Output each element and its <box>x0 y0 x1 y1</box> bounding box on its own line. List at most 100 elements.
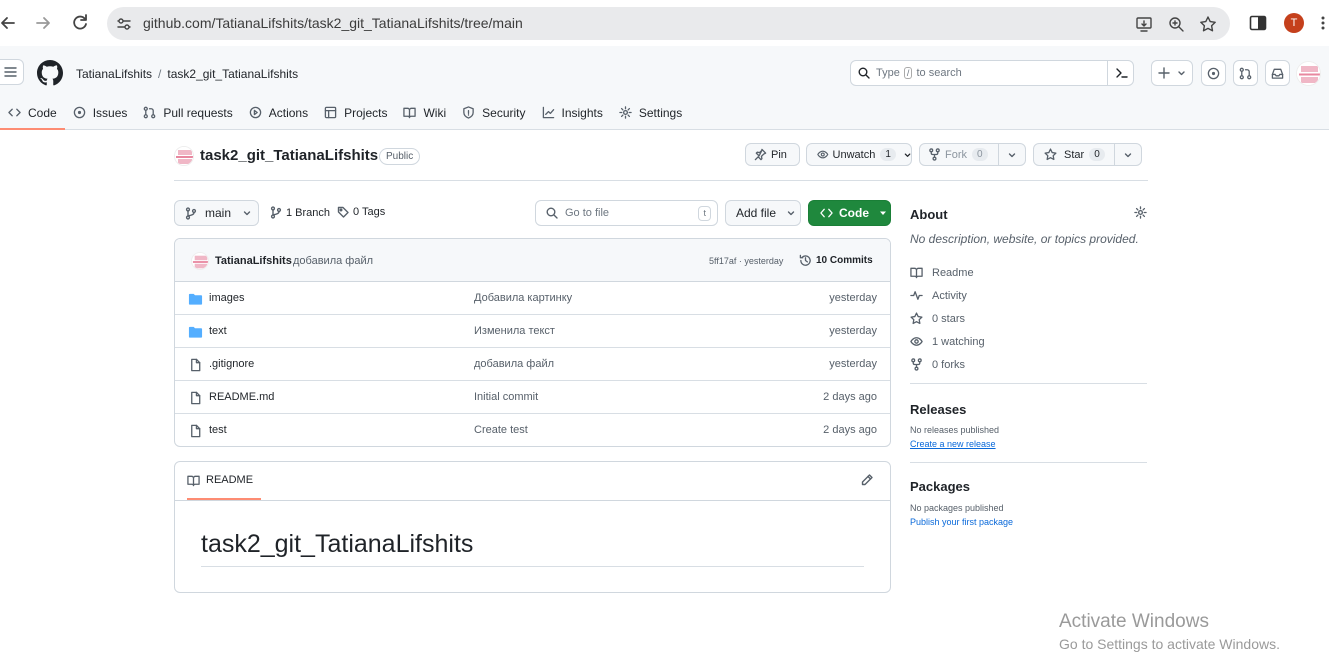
table-icon <box>324 106 337 119</box>
code-button[interactable]: Code <box>808 200 891 226</box>
commits-link[interactable]: 10 Commits <box>799 254 873 267</box>
file-name[interactable]: README.md <box>209 391 274 403</box>
issue-icon <box>1207 67 1220 80</box>
create-new-button[interactable] <box>1151 60 1193 86</box>
readme-panel: README task2_git_TatianaLifshits <box>174 461 891 593</box>
file-commit-message[interactable]: Изменила текст <box>474 325 555 337</box>
forward-icon[interactable] <box>33 12 55 34</box>
issues-button[interactable] <box>1201 60 1226 86</box>
star-dropdown[interactable] <box>1114 143 1142 166</box>
add-file-button[interactable]: Add file <box>725 200 801 226</box>
packages-title[interactable]: Packages <box>910 479 1147 494</box>
file-name[interactable]: text <box>209 325 227 337</box>
tab-issues[interactable]: Issues <box>65 97 136 128</box>
command-palette-button[interactable] <box>1107 61 1133 85</box>
user-avatar[interactable] <box>1296 61 1321 86</box>
tab-insights[interactable]: Insights <box>534 97 611 128</box>
breadcrumb-separator: / <box>158 67 162 81</box>
profile-avatar[interactable]: T <box>1284 13 1304 33</box>
tab-security[interactable]: Security <box>454 97 533 128</box>
reload-icon[interactable] <box>69 12 91 34</box>
hamburger-menu-button[interactable] <box>0 59 24 85</box>
back-icon[interactable] <box>0 12 22 34</box>
tab-projects[interactable]: Projects <box>316 97 395 128</box>
gear-icon <box>619 106 632 119</box>
menu-icon <box>4 67 17 77</box>
bookmark-star-icon[interactable] <box>1199 15 1217 33</box>
history-icon <box>799 254 811 266</box>
stars-link[interactable]: 0 stars <box>910 307 1147 330</box>
commit-author[interactable]: TatianaLifshits <box>215 255 292 267</box>
book-icon <box>403 107 417 119</box>
readme-link[interactable]: Readme <box>910 261 1147 284</box>
gear-icon[interactable] <box>1134 206 1147 219</box>
install-app-icon[interactable] <box>1135 15 1153 33</box>
file-commit-message[interactable]: Добавила картинку <box>474 292 572 304</box>
activity-link[interactable]: Activity <box>910 284 1147 307</box>
fork-button[interactable]: Fork 0 <box>919 143 1000 166</box>
file-name[interactable]: images <box>209 292 244 304</box>
file-commit-message[interactable]: Create test <box>474 424 528 436</box>
search-icon <box>546 207 558 219</box>
commit-author-avatar[interactable] <box>191 252 209 270</box>
go-to-file-input[interactable]: Go to file t <box>535 200 718 226</box>
branches-link[interactable]: 1 Branch <box>270 206 330 219</box>
tab-actions[interactable]: Actions <box>241 97 316 128</box>
side-panel-icon[interactable] <box>1248 13 1270 35</box>
tab-code[interactable]: Code <box>0 97 65 130</box>
search-input[interactable]: Type / to search <box>850 60 1134 86</box>
fork-dropdown[interactable] <box>998 143 1026 166</box>
file-commit-message[interactable]: Initial commit <box>474 391 538 403</box>
releases-title[interactable]: Releases <box>910 402 1147 417</box>
pull-request-icon <box>144 106 156 119</box>
github-header: TatianaLifshits / task2_git_TatianaLifshit… <box>0 46 1329 130</box>
graph-icon <box>542 106 554 119</box>
commit-message[interactable]: добавила файл <box>293 255 373 267</box>
packages-empty-text: No packages published <box>910 503 1004 513</box>
file-row[interactable]: text Изменила текст yesterday <box>175 315 890 348</box>
forks-link[interactable]: 0 forks <box>910 353 1147 376</box>
watch-button[interactable]: Unwatch 1 <box>806 143 912 166</box>
create-release-link[interactable]: Create a new release <box>910 439 1147 449</box>
breadcrumb: TatianaLifshits / task2_git_TatianaLifshit… <box>76 67 298 81</box>
tab-wiki[interactable]: Wiki <box>395 97 454 128</box>
edit-pencil-icon[interactable] <box>860 473 874 487</box>
tab-pull-requests[interactable]: Pull requests <box>135 97 240 128</box>
inbox-button[interactable] <box>1265 60 1290 86</box>
watching-link[interactable]: 1 watching <box>910 330 1147 353</box>
tab-label: Issues <box>92 105 128 120</box>
tags-link[interactable]: 0 Tags <box>337 206 385 218</box>
publish-package-link[interactable]: Publish your first package <box>910 517 1147 527</box>
chevron-down-icon <box>1124 153 1132 158</box>
site-info-icon[interactable] <box>115 15 133 33</box>
repo-link[interactable]: task2_git_TatianaLifshits <box>167 67 298 81</box>
commit-hash[interactable]: 5ff17af · yesterday <box>709 256 783 266</box>
branch-name: main <box>205 206 232 220</box>
github-logo-icon[interactable] <box>37 60 63 86</box>
fork-icon <box>911 358 922 371</box>
owner-link[interactable]: TatianaLifshits <box>76 67 152 81</box>
tab-settings[interactable]: Settings <box>611 97 690 128</box>
pin-button[interactable]: Pin <box>745 143 800 166</box>
browser-menu-icon[interactable] <box>1318 13 1328 35</box>
file-row[interactable]: images Добавила картинку yesterday <box>175 282 890 315</box>
file-row[interactable]: .gitignore добавила файл yesterday <box>175 348 890 381</box>
tab-label: Settings <box>638 105 683 120</box>
zoom-icon[interactable] <box>1167 15 1185 33</box>
file-date: yesterday <box>829 358 877 370</box>
caret-down-icon <box>880 211 886 215</box>
file-name[interactable]: test <box>209 424 227 436</box>
star-button[interactable]: Star 0 <box>1033 143 1117 166</box>
file-row[interactable]: README.md Initial commit 2 days ago <box>175 381 890 414</box>
file-date: yesterday <box>829 292 877 304</box>
readme-tab[interactable]: README <box>187 462 262 500</box>
repo-title[interactable]: task2_git_TatianaLifshits <box>200 147 378 164</box>
url-text[interactable]: github.com/TatianaLifshits/task2_git_Tat… <box>143 15 523 31</box>
address-bar[interactable]: github.com/TatianaLifshits/task2_git_Tat… <box>107 7 1230 40</box>
branch-selector[interactable]: main <box>174 200 259 226</box>
pull-requests-button[interactable] <box>1233 60 1258 86</box>
file-commit-message[interactable]: добавила файл <box>474 358 554 370</box>
file-row[interactable]: test Create test 2 days ago <box>175 414 890 446</box>
file-icon <box>191 424 201 438</box>
file-name[interactable]: .gitignore <box>209 358 254 370</box>
